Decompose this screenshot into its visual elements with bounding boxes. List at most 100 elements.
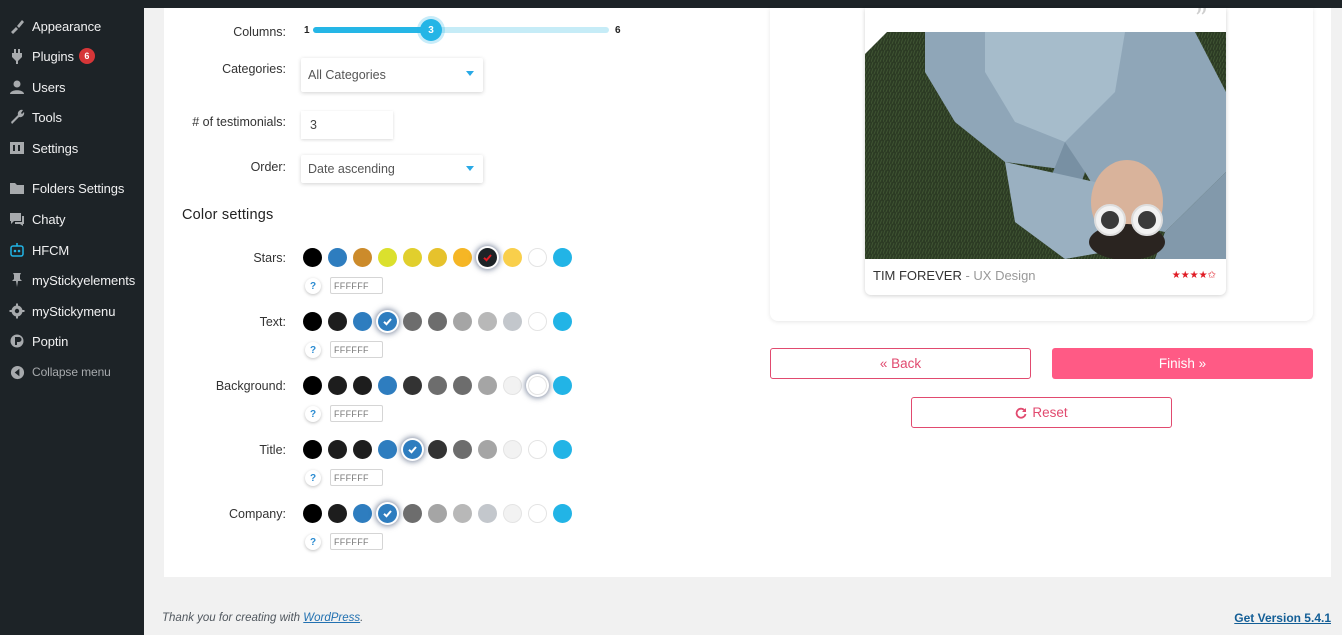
color-swatch[interactable]	[553, 248, 572, 267]
color-swatch[interactable]	[453, 504, 472, 523]
sidebar-item-label: Tools	[32, 109, 62, 125]
testimonial-author: TIM FOREVER - UX Design	[873, 268, 1036, 283]
color-swatch[interactable]	[453, 440, 472, 459]
hex-color-input[interactable]: FFFFFF	[330, 469, 383, 486]
color-swatch[interactable]	[353, 376, 372, 395]
color-swatch[interactable]	[403, 504, 422, 523]
color-swatch[interactable]	[328, 376, 347, 395]
color-swatch[interactable]	[553, 504, 572, 523]
color-swatch[interactable]	[403, 440, 422, 459]
color-swatch[interactable]	[553, 376, 572, 395]
color-swatch[interactable]	[328, 312, 347, 331]
hex-color-input[interactable]: FFFFFF	[330, 405, 383, 422]
color-row-label: Title:	[259, 443, 286, 457]
sidebar-item-users[interactable]: Users	[0, 73, 144, 101]
color-swatch[interactable]	[353, 440, 372, 459]
color-swatch[interactable]	[353, 504, 372, 523]
sidebar-item-settings[interactable]: Settings	[0, 134, 144, 162]
color-swatch[interactable]	[303, 376, 322, 395]
brush-icon	[8, 17, 26, 35]
hex-color-input[interactable]: FFFFFF	[330, 277, 383, 294]
sidebar-item-poptin[interactable]: Poptin	[0, 327, 144, 355]
columns-slider-handle[interactable]: 3	[420, 19, 442, 41]
author-name: TIM FOREVER	[873, 268, 962, 283]
sidebar-item-folders-settings[interactable]: Folders Settings	[0, 174, 144, 202]
color-swatch[interactable]	[303, 440, 322, 459]
color-swatch[interactable]	[403, 248, 422, 267]
footer-thanks: Thank you for creating with WordPress.	[162, 612, 363, 624]
color-swatch[interactable]	[503, 440, 522, 459]
color-swatch[interactable]	[378, 376, 397, 395]
testimonial-photo	[865, 32, 1226, 259]
color-swatch[interactable]	[528, 248, 547, 267]
color-swatch[interactable]	[503, 248, 522, 267]
color-swatch[interactable]	[328, 248, 347, 267]
color-swatch[interactable]	[378, 312, 397, 331]
color-swatch[interactable]	[428, 376, 447, 395]
color-swatch[interactable]	[453, 312, 472, 331]
color-swatch[interactable]	[378, 504, 397, 523]
color-swatch[interactable]	[478, 504, 497, 523]
sidebar-item-mystickyelements[interactable]: myStickyelements	[0, 266, 144, 294]
wordpress-link[interactable]: WordPress	[303, 612, 360, 624]
color-swatch[interactable]	[478, 248, 497, 267]
slider-min-label: 1	[304, 25, 310, 36]
color-swatch[interactable]	[528, 312, 547, 331]
help-icon[interactable]: ?	[305, 406, 321, 422]
color-swatch[interactable]	[528, 440, 547, 459]
help-icon[interactable]: ?	[305, 534, 321, 550]
color-swatch[interactable]	[503, 312, 522, 331]
color-swatch[interactable]	[553, 312, 572, 331]
color-swatch[interactable]	[378, 248, 397, 267]
hex-color-input[interactable]: FFFFFF	[330, 341, 383, 358]
sidebar-item-label: myStickyelements	[32, 272, 136, 288]
columns-slider-fill	[313, 27, 431, 33]
hex-color-input[interactable]: FFFFFF	[330, 533, 383, 550]
sidebar-item-chaty[interactable]: Chaty	[0, 205, 144, 233]
testimonials-count-input[interactable]: 3	[301, 111, 393, 139]
sidebar-item-label: Chaty	[32, 211, 66, 227]
color-swatch[interactable]	[303, 312, 322, 331]
color-swatch[interactable]	[353, 312, 372, 331]
color-swatch[interactable]	[303, 248, 322, 267]
color-row-label: Background:	[215, 379, 286, 393]
color-swatch[interactable]	[403, 312, 422, 331]
color-swatch[interactable]	[353, 248, 372, 267]
chevron-down-icon	[466, 166, 474, 171]
color-swatch[interactable]	[478, 376, 497, 395]
color-swatch[interactable]	[478, 440, 497, 459]
help-icon[interactable]: ?	[305, 470, 321, 486]
order-label: Order:	[250, 160, 286, 174]
color-swatch[interactable]	[303, 504, 322, 523]
color-swatch[interactable]	[528, 504, 547, 523]
color-swatch[interactable]	[478, 312, 497, 331]
get-version-link[interactable]: Get Version 5.4.1	[1234, 611, 1331, 625]
collapse-icon	[8, 363, 26, 381]
color-swatch[interactable]	[528, 376, 547, 395]
color-swatch[interactable]	[503, 376, 522, 395]
sidebar-item-label: HFCM	[32, 242, 70, 258]
color-swatch[interactable]	[453, 376, 472, 395]
color-swatch[interactable]	[328, 440, 347, 459]
back-button[interactable]: « Back	[770, 348, 1031, 379]
help-icon[interactable]: ?	[305, 278, 321, 294]
color-swatch[interactable]	[428, 248, 447, 267]
color-swatch[interactable]	[328, 504, 347, 523]
color-swatch[interactable]	[503, 504, 522, 523]
categories-select[interactable]: All Categories	[301, 58, 483, 92]
color-swatch[interactable]	[428, 440, 447, 459]
color-swatch[interactable]	[453, 248, 472, 267]
order-select[interactable]: Date ascending	[301, 155, 483, 183]
sidebar-item-label: Poptin	[32, 333, 69, 349]
refresh-icon	[1015, 407, 1027, 419]
color-swatch[interactable]	[428, 504, 447, 523]
help-icon[interactable]: ?	[305, 342, 321, 358]
categories-label: Categories:	[222, 62, 286, 76]
color-swatch[interactable]	[428, 312, 447, 331]
color-swatch[interactable]	[553, 440, 572, 459]
reset-button[interactable]: Reset	[911, 397, 1172, 428]
finish-button[interactable]: Finish »	[1052, 348, 1313, 379]
color-swatch[interactable]	[403, 376, 422, 395]
color-swatch[interactable]	[378, 440, 397, 459]
chevron-down-icon	[466, 71, 474, 76]
